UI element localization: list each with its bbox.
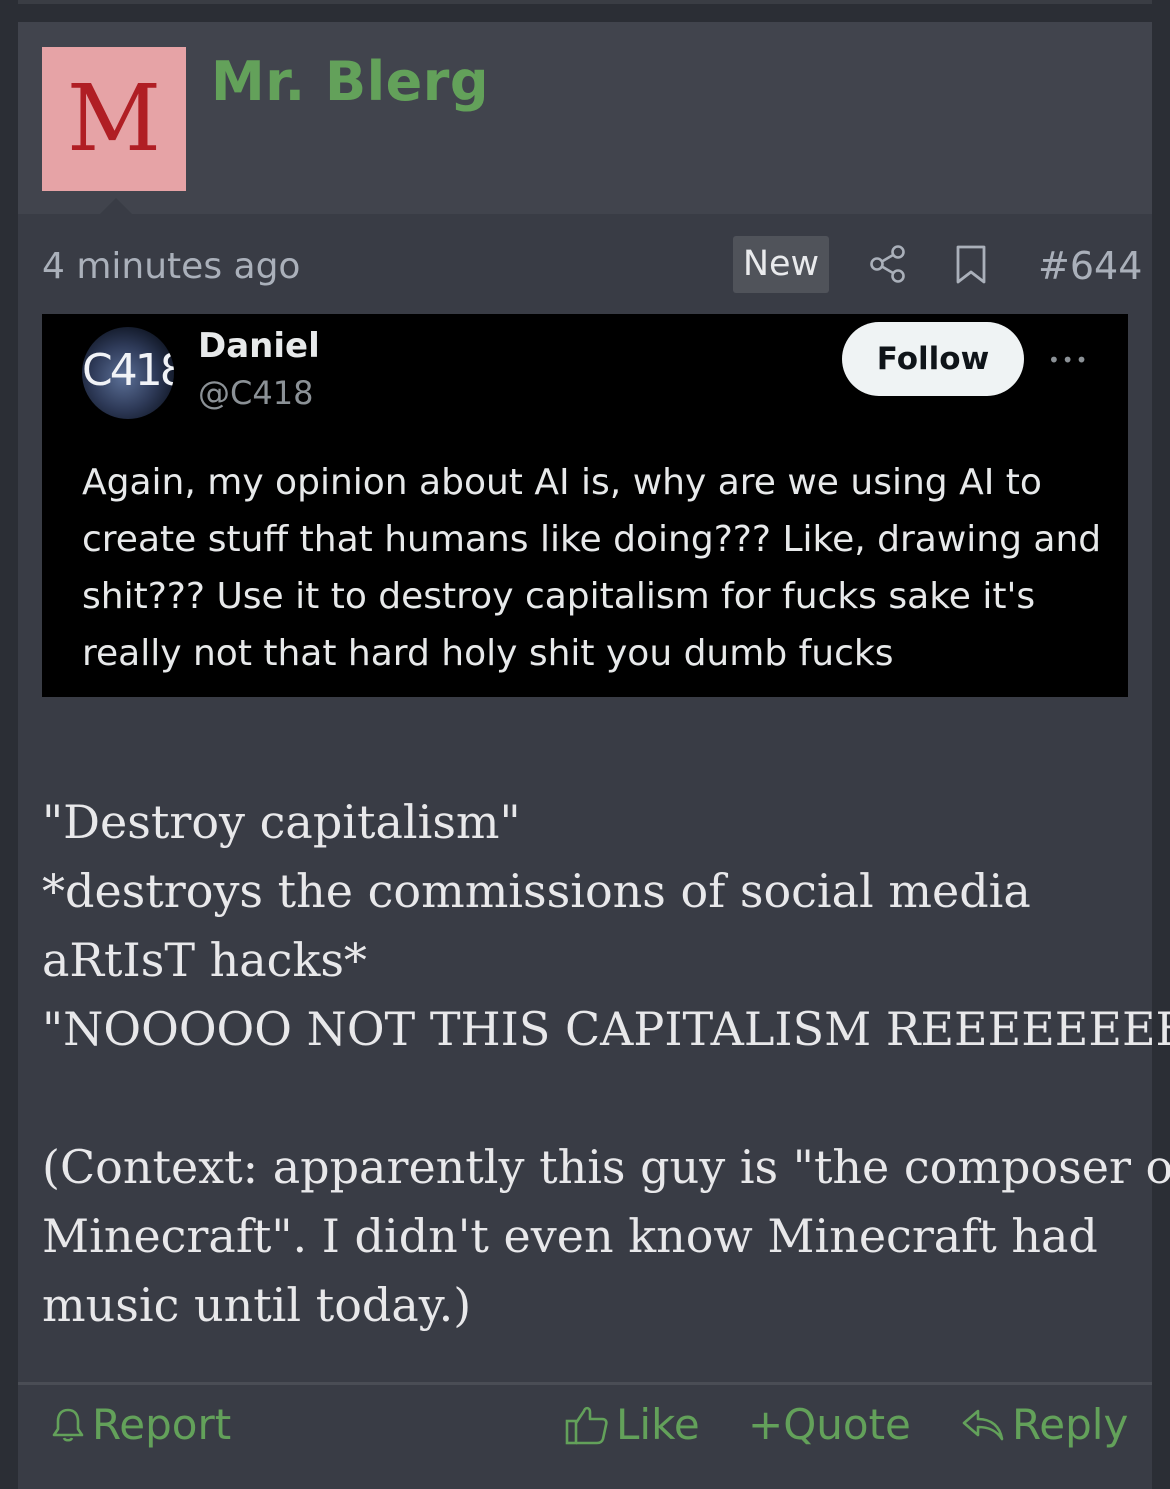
forum-post: M Mr. Blerg 4 minutes ago New #644 C418 … [18, 22, 1170, 1489]
post-body-spacer [42, 1064, 1142, 1133]
post-author-header: M Mr. Blerg [18, 22, 1152, 214]
report-button[interactable]: Report [50, 1400, 231, 1449]
post-meta-row: 4 minutes ago New #644 [18, 236, 1152, 294]
post-body: "Destroy capitalism" *destroys the commi… [42, 788, 1170, 1340]
like-button[interactable]: Like [564, 1400, 700, 1449]
more-options-icon: ••• [1048, 348, 1090, 372]
plus-icon: + [748, 1400, 784, 1449]
post-number-link[interactable]: #644 [1038, 244, 1142, 288]
embedded-tweet-image[interactable]: C418 Daniel @C418 Follow ••• Again, my o… [42, 314, 1128, 697]
post-actions-bar: Report Like + Quote Reply [18, 1400, 1152, 1460]
post-body-line: music until today.) [42, 1278, 472, 1332]
tweet-follow-button: Follow [842, 322, 1024, 396]
footer-divider [18, 1382, 1152, 1385]
tweet-text: Again, my opinion about AI is, why are w… [82, 462, 1102, 674]
post-body-line: "NOOOOO NOT THIS CAPITALISM REEEEEEEE" [42, 1002, 1170, 1056]
tweet-avatar: C418 [82, 327, 174, 419]
new-badge: New [733, 236, 829, 293]
reply-arrow-icon [962, 1409, 1004, 1440]
header-pointer [100, 198, 132, 214]
bookmark-icon[interactable] [953, 244, 989, 286]
post-body-line: Minecraft". I didn't even know Minecraft… [42, 1209, 1098, 1263]
post-body-line: (Context: apparently this guy is "the co… [42, 1140, 1170, 1194]
username-link[interactable]: Mr. Blerg [211, 50, 489, 113]
like-label: Like [616, 1400, 700, 1449]
post-timestamp[interactable]: 4 minutes ago [42, 246, 300, 287]
thumbs-up-icon [565, 1406, 608, 1444]
reply-button[interactable]: Reply [960, 1400, 1128, 1449]
report-label: Report [92, 1400, 232, 1449]
quote-button[interactable]: + Quote [748, 1400, 911, 1449]
tweet-author-handle: @C418 [198, 374, 314, 412]
post-body-line: "Destroy capitalism" [42, 795, 521, 849]
post-body-line: aRtIsT hacks* [42, 933, 367, 987]
avatar[interactable]: M [42, 47, 186, 191]
share-icon[interactable] [868, 244, 908, 284]
tweet-avatar-text: C418 [82, 345, 174, 396]
top-divider [18, 0, 1152, 4]
quote-label: Quote [783, 1400, 911, 1449]
post-body-line: *destroys the commissions of social medi… [42, 864, 1031, 918]
bell-icon [52, 1408, 84, 1442]
reply-label: Reply [1012, 1400, 1129, 1449]
tweet-author-name: Daniel [198, 326, 320, 366]
